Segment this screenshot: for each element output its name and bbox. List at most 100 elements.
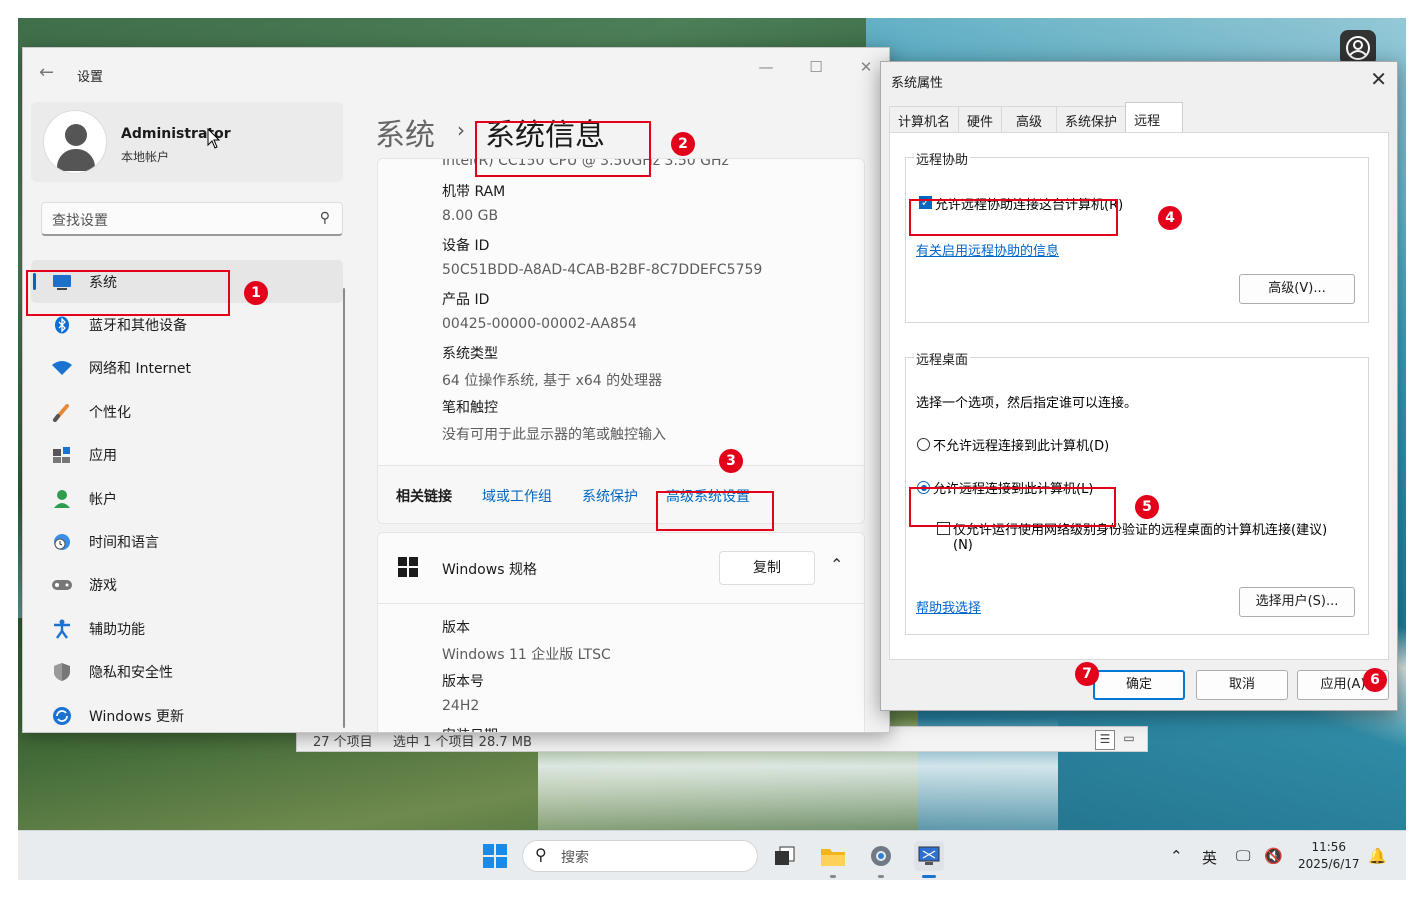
- nav-item-apps[interactable]: 应用: [31, 434, 343, 477]
- nav-item-accounts[interactable]: 帐户: [31, 477, 343, 520]
- highlight-allow-assist: [909, 199, 1118, 236]
- back-arrow-icon[interactable]: ←: [39, 62, 54, 83]
- chevron-up-icon[interactable]: ⌃: [830, 555, 843, 574]
- nav-item-windows-update[interactable]: Windows 更新: [31, 694, 343, 732]
- running-indicator: [878, 875, 884, 878]
- update-icon: [51, 705, 73, 727]
- app-title: 设置: [77, 70, 104, 85]
- nav-item-network[interactable]: 网络和 Internet: [31, 347, 343, 390]
- select-users-button[interactable]: 选择用户(S)...: [1239, 587, 1355, 617]
- remote-assistance-group: 远程协助 ✓ 允许远程协助连接这台计算机(R) 有关启用远程协助的信息 高级(V…: [905, 149, 1369, 323]
- settings-gear-icon[interactable]: [866, 841, 896, 871]
- cancel-button[interactable]: 取消: [1196, 670, 1288, 700]
- accessibility-icon: [51, 618, 73, 640]
- tab-hardware[interactable]: 硬件: [958, 106, 1003, 132]
- product-id-value: 00425-00000-00002-AA854: [442, 316, 637, 332]
- ok-button[interactable]: 确定: [1093, 670, 1185, 700]
- nav-label: 网络和 Internet: [89, 361, 192, 378]
- nav-item-time-language[interactable]: 时间和语言: [31, 520, 343, 563]
- pen-touch-value: 没有可用于此显示器的笔或触控输入: [442, 427, 666, 443]
- copy-button[interactable]: 复制: [719, 551, 815, 585]
- minimize-button[interactable]: —: [743, 54, 789, 80]
- settings-window: ← 设置 — ☐ ✕ Administrator 本地帐户 查找设置 ⚲ 系统: [22, 47, 890, 733]
- file-explorer-icon[interactable]: [818, 841, 848, 871]
- tab-system-protection[interactable]: 系统保护: [1056, 106, 1127, 132]
- nla-label-line2[interactable]: (N): [953, 538, 973, 553]
- nav-item-gaming[interactable]: 游戏: [31, 564, 343, 607]
- bluetooth-icon: [51, 314, 73, 336]
- volume-muted-icon[interactable]: 🔇: [1264, 847, 1283, 865]
- tab-advanced[interactable]: 高级: [1001, 106, 1058, 132]
- annotation-badge-2: 2: [671, 132, 695, 156]
- selection-info: 选中 1 个项目 28.7 MB: [393, 735, 532, 750]
- input-language-indicator[interactable]: 英: [1202, 847, 1217, 868]
- taskbar: ⚲ 搜索 ⌃ 英 🖵 🔇 11:56 2025/6/17 🔔: [18, 830, 1406, 880]
- annotation-badge-7: 7: [1075, 662, 1099, 686]
- nav-item-accessibility[interactable]: 辅助功能: [31, 607, 343, 650]
- nav-label: 游戏: [89, 578, 117, 595]
- nav-item-privacy[interactable]: 隐私和安全性: [31, 651, 343, 694]
- install-date-label: 安装日期: [442, 725, 498, 732]
- remote-assist-info-link[interactable]: 有关启用远程协助的信息: [916, 240, 1059, 259]
- tab-computer-name[interactable]: 计算机名: [889, 106, 960, 132]
- nav-label: 个性化: [89, 404, 131, 421]
- ram-value: 8.00 GB: [442, 208, 499, 224]
- clock-date: 2025/6/17: [1298, 857, 1360, 871]
- task-view-icon[interactable]: [770, 841, 800, 871]
- pen-touch-label: 笔和触控: [442, 400, 498, 416]
- system-protection-link[interactable]: 系统保护: [582, 486, 638, 506]
- version-value: 24H2: [442, 698, 480, 714]
- running-indicator: [830, 875, 836, 878]
- nav-item-personalization[interactable]: 个性化: [31, 390, 343, 433]
- shield-icon: [51, 661, 73, 683]
- clock-time: 11:56: [1311, 840, 1347, 854]
- taskbar-search-input[interactable]: ⚲ 搜索: [522, 840, 758, 872]
- nav-label: Windows 更新: [89, 708, 184, 725]
- domain-workgroup-link[interactable]: 域或工作组: [482, 486, 552, 506]
- taskbar-clock[interactable]: 11:56 2025/6/17: [1298, 839, 1360, 873]
- settings-search-input[interactable]: 查找设置 ⚲: [41, 202, 343, 236]
- dialog-close-icon[interactable]: ✕: [1370, 67, 1387, 91]
- tab-remote[interactable]: 远程: [1125, 102, 1184, 132]
- deny-remote-radio[interactable]: [917, 438, 930, 451]
- tiles-view-icon[interactable]: ▭: [1119, 730, 1139, 750]
- active-indicator: [922, 875, 936, 878]
- edition-value: Windows 11 企业版 LTSC: [442, 647, 611, 663]
- notification-bell-icon[interactable]: 🔔: [1368, 847, 1387, 865]
- edition-label: 版本: [442, 620, 470, 636]
- dialog-title: 系统属性: [891, 76, 944, 91]
- remote-desktop-desc: 选择一个选项，然后指定谁可以连接。: [916, 396, 1138, 411]
- nav-label: 应用: [89, 448, 117, 465]
- remote-assistance-title: 远程协助: [914, 149, 971, 168]
- nav-label: 隐私和安全性: [89, 665, 173, 682]
- maximize-button[interactable]: ☐: [793, 54, 839, 80]
- dialog-tabs: 计算机名 硬件 高级 系统保护 远程: [889, 102, 1184, 132]
- deny-remote-label[interactable]: 不允许远程连接到此计算机(D): [933, 435, 1109, 454]
- system-type-value: 64 位操作系统, 基于 x64 的处理器: [442, 373, 663, 389]
- start-windows-icon[interactable]: [480, 841, 510, 871]
- annotation-badge-4: 4: [1158, 206, 1182, 230]
- breadcrumb-separator: ›: [457, 118, 465, 142]
- highlight-page-title: [475, 121, 651, 177]
- item-count: 27 个项目: [313, 735, 373, 750]
- profile-type: 本地帐户: [121, 150, 170, 164]
- profile-card[interactable]: Administrator 本地帐户: [31, 102, 343, 182]
- windows-spec-title: Windows 规格: [442, 562, 537, 578]
- avatar: [43, 110, 107, 174]
- breadcrumb-parent[interactable]: 系统: [375, 110, 435, 154]
- nav-scrollbar[interactable]: [343, 288, 345, 728]
- mouse-pointer-icon: [207, 128, 221, 149]
- annotation-badge-5: 5: [1135, 495, 1159, 519]
- product-id-label: 产品 ID: [442, 292, 490, 308]
- settings-titlebar: ← 设置 — ☐ ✕: [23, 48, 889, 100]
- chevron-up-icon[interactable]: ⌃: [1170, 847, 1183, 865]
- related-links-label: 相关链接: [396, 489, 452, 505]
- advanced-button[interactable]: 高级(V)...: [1239, 274, 1355, 304]
- details-view-icon[interactable]: ☰: [1095, 730, 1115, 750]
- windows-logo-icon: [398, 557, 418, 577]
- help-me-choose-link[interactable]: 帮助我选择: [916, 597, 981, 616]
- network-icon[interactable]: 🖵: [1236, 847, 1250, 865]
- system-type-label: 系统类型: [442, 346, 498, 362]
- desktop: 27 个项目 选中 1 个项目 28.7 MB ☰ ▭ ← 设置 — ☐ ✕ A…: [18, 18, 1406, 880]
- system-properties-app-icon[interactable]: [914, 841, 944, 871]
